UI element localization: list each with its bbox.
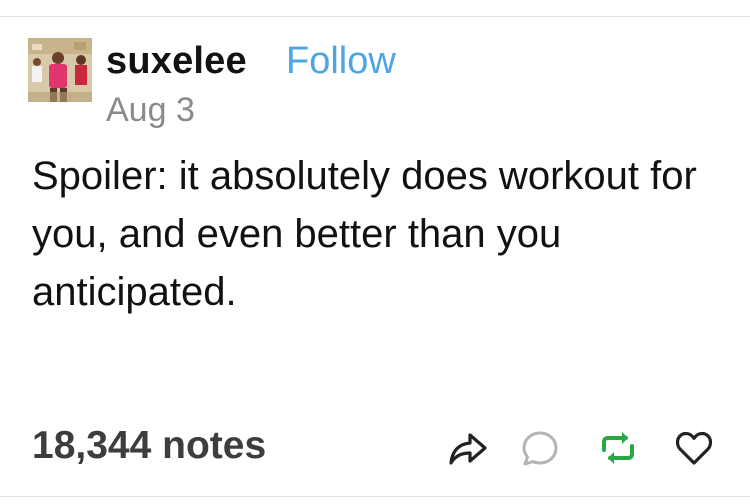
reply-button[interactable] xyxy=(518,426,562,470)
reply-icon xyxy=(518,426,562,470)
like-button[interactable] xyxy=(672,426,716,470)
reblog-button[interactable] xyxy=(596,426,640,470)
like-icon xyxy=(672,426,716,470)
follow-button[interactable]: Follow xyxy=(286,40,396,83)
author-name[interactable]: suxelee xyxy=(106,40,247,83)
share-button[interactable] xyxy=(446,426,490,470)
notes-count[interactable]: 18,344 notes xyxy=(32,424,266,468)
avatar[interactable] xyxy=(28,38,92,102)
reblog-icon xyxy=(596,426,640,470)
bottom-divider xyxy=(0,496,750,497)
post-body: Spoiler: it absolutely does workout for … xyxy=(32,154,697,314)
share-icon xyxy=(446,426,490,470)
post-date[interactable]: Aug 3 xyxy=(106,91,195,130)
top-divider xyxy=(0,16,750,17)
